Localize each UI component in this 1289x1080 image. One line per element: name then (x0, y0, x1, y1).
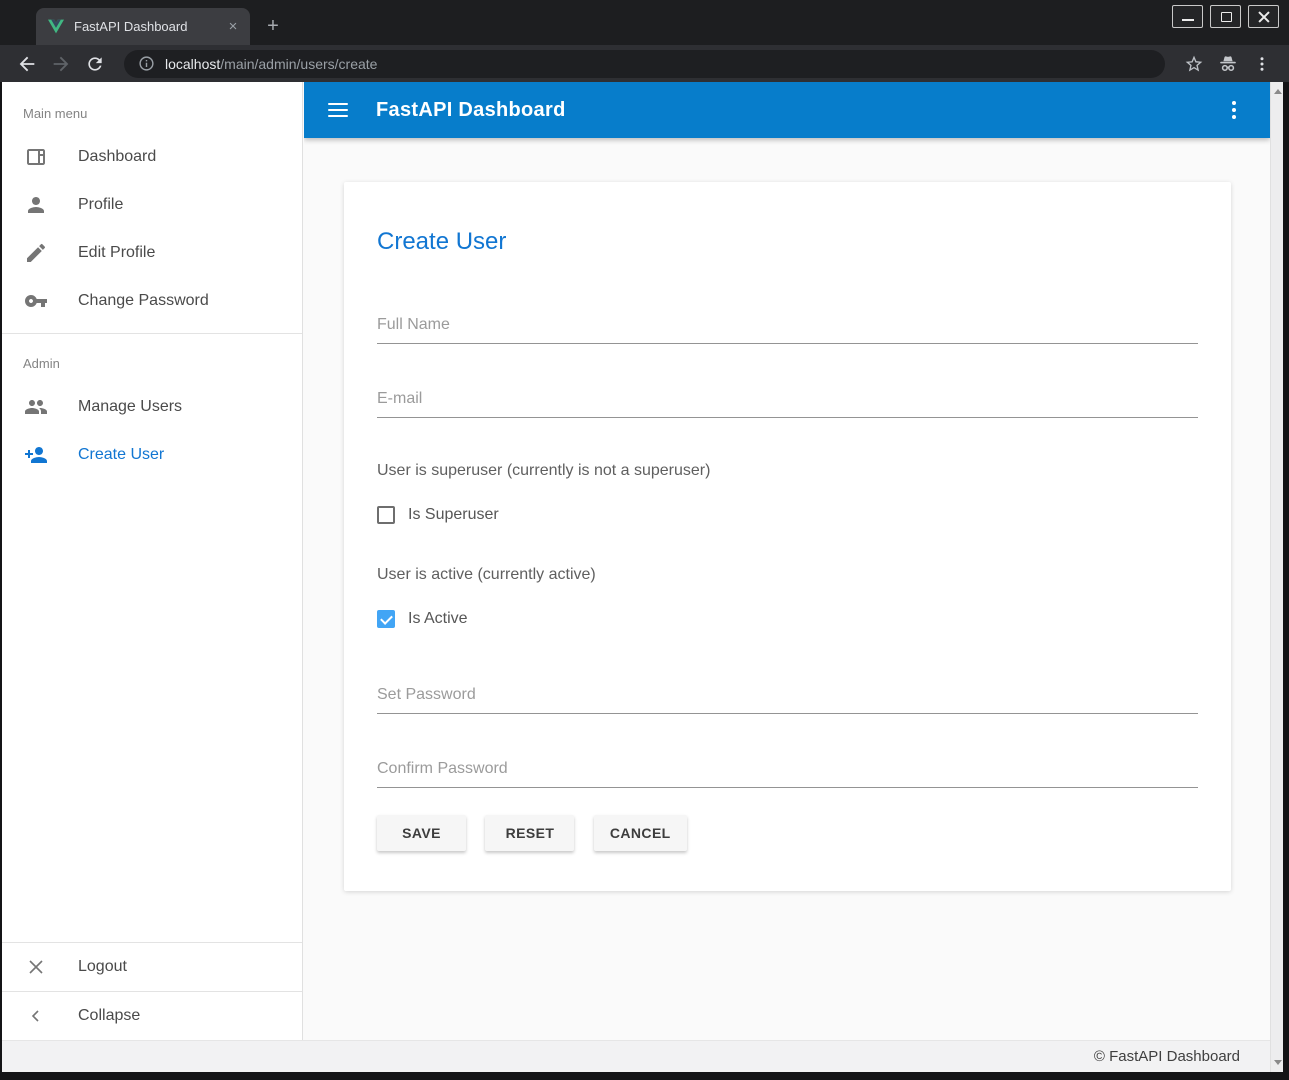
browser-tab[interactable]: FastAPI Dashboard × (36, 8, 250, 45)
back-button[interactable] (12, 49, 42, 79)
superuser-note: User is superuser (currently is not a su… (377, 462, 1198, 480)
create-user-card: Create User User is superuser (currently… (344, 182, 1231, 891)
confirm-password-input[interactable] (377, 758, 1198, 788)
form-actions: SAVE RESET CANCEL (377, 815, 1198, 851)
sidebar-divider (2, 333, 302, 334)
window-minimize-button[interactable] (1172, 5, 1203, 28)
vue-logo-favicon (48, 19, 64, 34)
set-password-field-wrap (377, 684, 1198, 714)
cancel-button[interactable]: CANCEL (594, 815, 687, 851)
page-viewport: Main menu Dashboard Profile Edit Profile… (2, 82, 1283, 1072)
full-name-field-wrap (377, 314, 1198, 344)
sidebar-item-dashboard[interactable]: Dashboard (2, 133, 302, 181)
sidebar-section-main-menu: Main menu (2, 82, 302, 133)
app-toolbar: FastAPI Dashboard (304, 82, 1270, 138)
sidebar-item-logout[interactable]: Logout (2, 943, 302, 991)
browser-menu-kebab-icon[interactable] (1247, 49, 1277, 79)
chevron-left-icon (24, 1004, 48, 1028)
sidebar-section-admin: Admin (2, 342, 302, 383)
active-note: User is active (currently active) (377, 566, 1198, 584)
reset-button[interactable]: RESET (485, 815, 574, 851)
bookmark-star-icon[interactable] (1179, 49, 1209, 79)
email-input[interactable] (377, 388, 1198, 418)
tab-title: FastAPI Dashboard (74, 19, 224, 34)
new-tab-button[interactable]: + (260, 14, 286, 40)
page-footer: © FastAPI Dashboard (2, 1040, 1270, 1072)
is-superuser-label: Is Superuser (408, 506, 499, 524)
is-active-label: Is Active (408, 610, 468, 628)
sidebar-item-create-user[interactable]: Create User (2, 431, 302, 479)
window-maximize-button[interactable] (1210, 5, 1241, 28)
dashboard-icon (24, 145, 48, 169)
main-content: FastAPI Dashboard Create User User is su… (304, 82, 1270, 1040)
sidebar-item-edit-profile[interactable]: Edit Profile (2, 229, 302, 277)
app-title: FastAPI Dashboard (376, 99, 1222, 122)
maximize-icon (1221, 12, 1232, 22)
browser-tabstrip: FastAPI Dashboard × + (0, 0, 1289, 45)
person-add-icon (24, 443, 48, 467)
forward-button[interactable] (46, 49, 76, 79)
hamburger-menu-icon[interactable] (328, 103, 348, 117)
scroll-up-arrow-icon[interactable] (1274, 89, 1282, 94)
checkbox-unchecked-icon[interactable] (377, 506, 395, 524)
page-title: Create User (377, 228, 1198, 256)
window-close-button[interactable] (1248, 5, 1279, 28)
copyright-text: © FastAPI Dashboard (1094, 1048, 1240, 1065)
vertical-scrollbar[interactable] (1270, 82, 1283, 1072)
url-text: localhost/main/admin/users/create (165, 56, 377, 72)
address-bar[interactable]: localhost/main/admin/users/create (124, 50, 1165, 78)
checkbox-checked-icon[interactable] (377, 610, 395, 628)
group-icon (24, 395, 48, 419)
sidebar-item-collapse[interactable]: Collapse (2, 992, 302, 1040)
save-button[interactable]: SAVE (377, 815, 466, 851)
sidebar-item-manage-users[interactable]: Manage Users (2, 383, 302, 431)
key-icon (24, 289, 48, 313)
tab-close-icon[interactable]: × (224, 18, 242, 36)
is-superuser-checkbox-row[interactable]: Is Superuser (377, 506, 1198, 524)
sidebar-item-change-password[interactable]: Change Password (2, 277, 302, 325)
reload-button[interactable] (80, 49, 110, 79)
incognito-icon (1213, 49, 1243, 79)
email-field-wrap (377, 388, 1198, 418)
sidebar-bottom: Logout Collapse (2, 942, 302, 1040)
confirm-password-field-wrap (377, 758, 1198, 788)
sidebar: Main menu Dashboard Profile Edit Profile… (2, 82, 303, 1040)
scroll-down-arrow-icon[interactable] (1274, 1060, 1282, 1065)
info-icon[interactable] (138, 55, 155, 72)
app-menu-kebab-icon[interactable] (1222, 98, 1246, 122)
person-icon (24, 193, 48, 217)
close-icon (24, 955, 48, 979)
minimize-icon (1182, 19, 1194, 21)
full-name-input[interactable] (377, 314, 1198, 344)
browser-toolbar: localhost/main/admin/users/create (0, 45, 1289, 82)
pencil-icon (24, 241, 48, 265)
is-active-checkbox-row[interactable]: Is Active (377, 610, 1198, 628)
set-password-input[interactable] (377, 684, 1198, 714)
sidebar-item-profile[interactable]: Profile (2, 181, 302, 229)
